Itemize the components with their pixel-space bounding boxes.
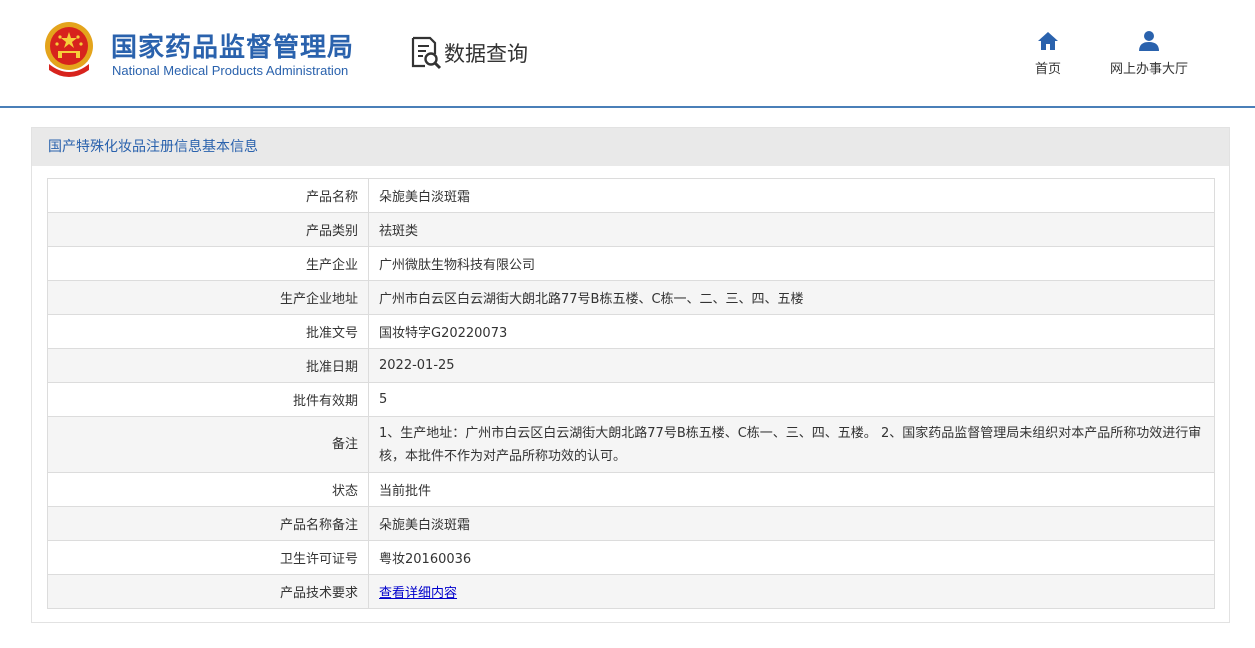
row-label: 状态 xyxy=(47,472,369,507)
agency-name-cn: 国家药品监督管理局 xyxy=(111,33,355,63)
nav-home[interactable]: 首页 xyxy=(1028,30,1068,77)
table-row: 生产企业 广州微肽生物科技有限公司 xyxy=(47,246,1215,281)
table-row: 产品技术要求 查看详细内容 xyxy=(47,574,1215,609)
view-details-link[interactable]: 查看详细内容 xyxy=(379,586,457,601)
row-label: 产品名称 xyxy=(47,178,369,213)
table-row: 产品名称备注 朵旎美白淡斑霜 xyxy=(47,506,1215,541)
row-value: 祛斑类 xyxy=(368,212,1215,247)
row-value: 5 xyxy=(368,382,1215,417)
document-search-icon xyxy=(411,36,442,70)
agency-name-en: National Medical Products Administration xyxy=(112,63,349,78)
row-value: 国妆特字G20220073 xyxy=(368,314,1215,349)
row-value: 广州市白云区白云湖街大朗北路77号B栋五楼、C栋一、二、三、四、五楼 xyxy=(368,280,1215,315)
table-row: 状态 当前批件 xyxy=(47,472,1215,507)
row-label: 生产企业 xyxy=(47,246,369,281)
row-value: 2022-01-25 xyxy=(368,348,1215,383)
row-value: 朵旎美白淡斑霜 xyxy=(368,178,1215,213)
row-label: 产品名称备注 xyxy=(47,506,369,541)
data-query-title: 数据查询 xyxy=(410,36,528,70)
table-row: 批准日期 2022-01-25 xyxy=(47,348,1215,383)
table-row: 备注 1、生产地址：广州市白云区白云湖街大朗北路77号B栋五楼、C栋一、三、四、… xyxy=(47,416,1215,473)
nav-online-office-label: 网上办事大厅 xyxy=(1109,62,1188,77)
row-label: 批准日期 xyxy=(47,348,369,383)
table-row: 批件有效期 5 xyxy=(47,382,1215,417)
table-row: 批准文号 国妆特字G20220073 xyxy=(47,314,1215,349)
user-icon xyxy=(1139,31,1159,51)
nav-online-office[interactable]: 网上办事大厅 xyxy=(1100,30,1198,77)
info-table: 产品名称 朵旎美白淡斑霜 产品类别 祛斑类 生产企业 广州微肽生物科技有限公司 … xyxy=(47,178,1215,609)
row-value: 当前批件 xyxy=(368,472,1215,507)
row-label: 产品技术要求 xyxy=(47,574,369,609)
data-query-label: 数据查询 xyxy=(444,42,528,66)
nav-home-label: 首页 xyxy=(1034,62,1061,77)
row-value: 粤妆20160036 xyxy=(368,540,1215,575)
row-value: 查看详细内容 xyxy=(368,574,1215,609)
row-value: 1、生产地址：广州市白云区白云湖街大朗北路77号B栋五楼、C栋一、三、四、五楼。… xyxy=(368,416,1215,473)
home-icon xyxy=(1038,32,1058,50)
row-label: 批件有效期 xyxy=(47,382,369,417)
panel-title: 国产特殊化妆品注册信息基本信息 xyxy=(32,128,1229,166)
row-label: 卫生许可证号 xyxy=(47,540,369,575)
site-header: 国家药品监督管理局 National Medical Products Admi… xyxy=(0,0,1255,108)
info-panel: 国产特殊化妆品注册信息基本信息 产品名称 朵旎美白淡斑霜 产品类别 祛斑类 生产… xyxy=(31,127,1230,623)
row-label: 备注 xyxy=(47,416,369,473)
national-emblem-icon xyxy=(45,22,93,77)
row-value: 朵旎美白淡斑霜 xyxy=(368,506,1215,541)
table-row: 生产企业地址 广州市白云区白云湖街大朗北路77号B栋五楼、C栋一、二、三、四、五… xyxy=(47,280,1215,315)
row-label: 生产企业地址 xyxy=(47,280,369,315)
table-row: 产品名称 朵旎美白淡斑霜 xyxy=(47,178,1215,213)
row-label: 批准文号 xyxy=(47,314,369,349)
row-value: 广州微肽生物科技有限公司 xyxy=(368,246,1215,281)
table-row: 产品类别 祛斑类 xyxy=(47,212,1215,247)
table-row: 卫生许可证号 粤妆20160036 xyxy=(47,540,1215,575)
row-label: 产品类别 xyxy=(47,212,369,247)
